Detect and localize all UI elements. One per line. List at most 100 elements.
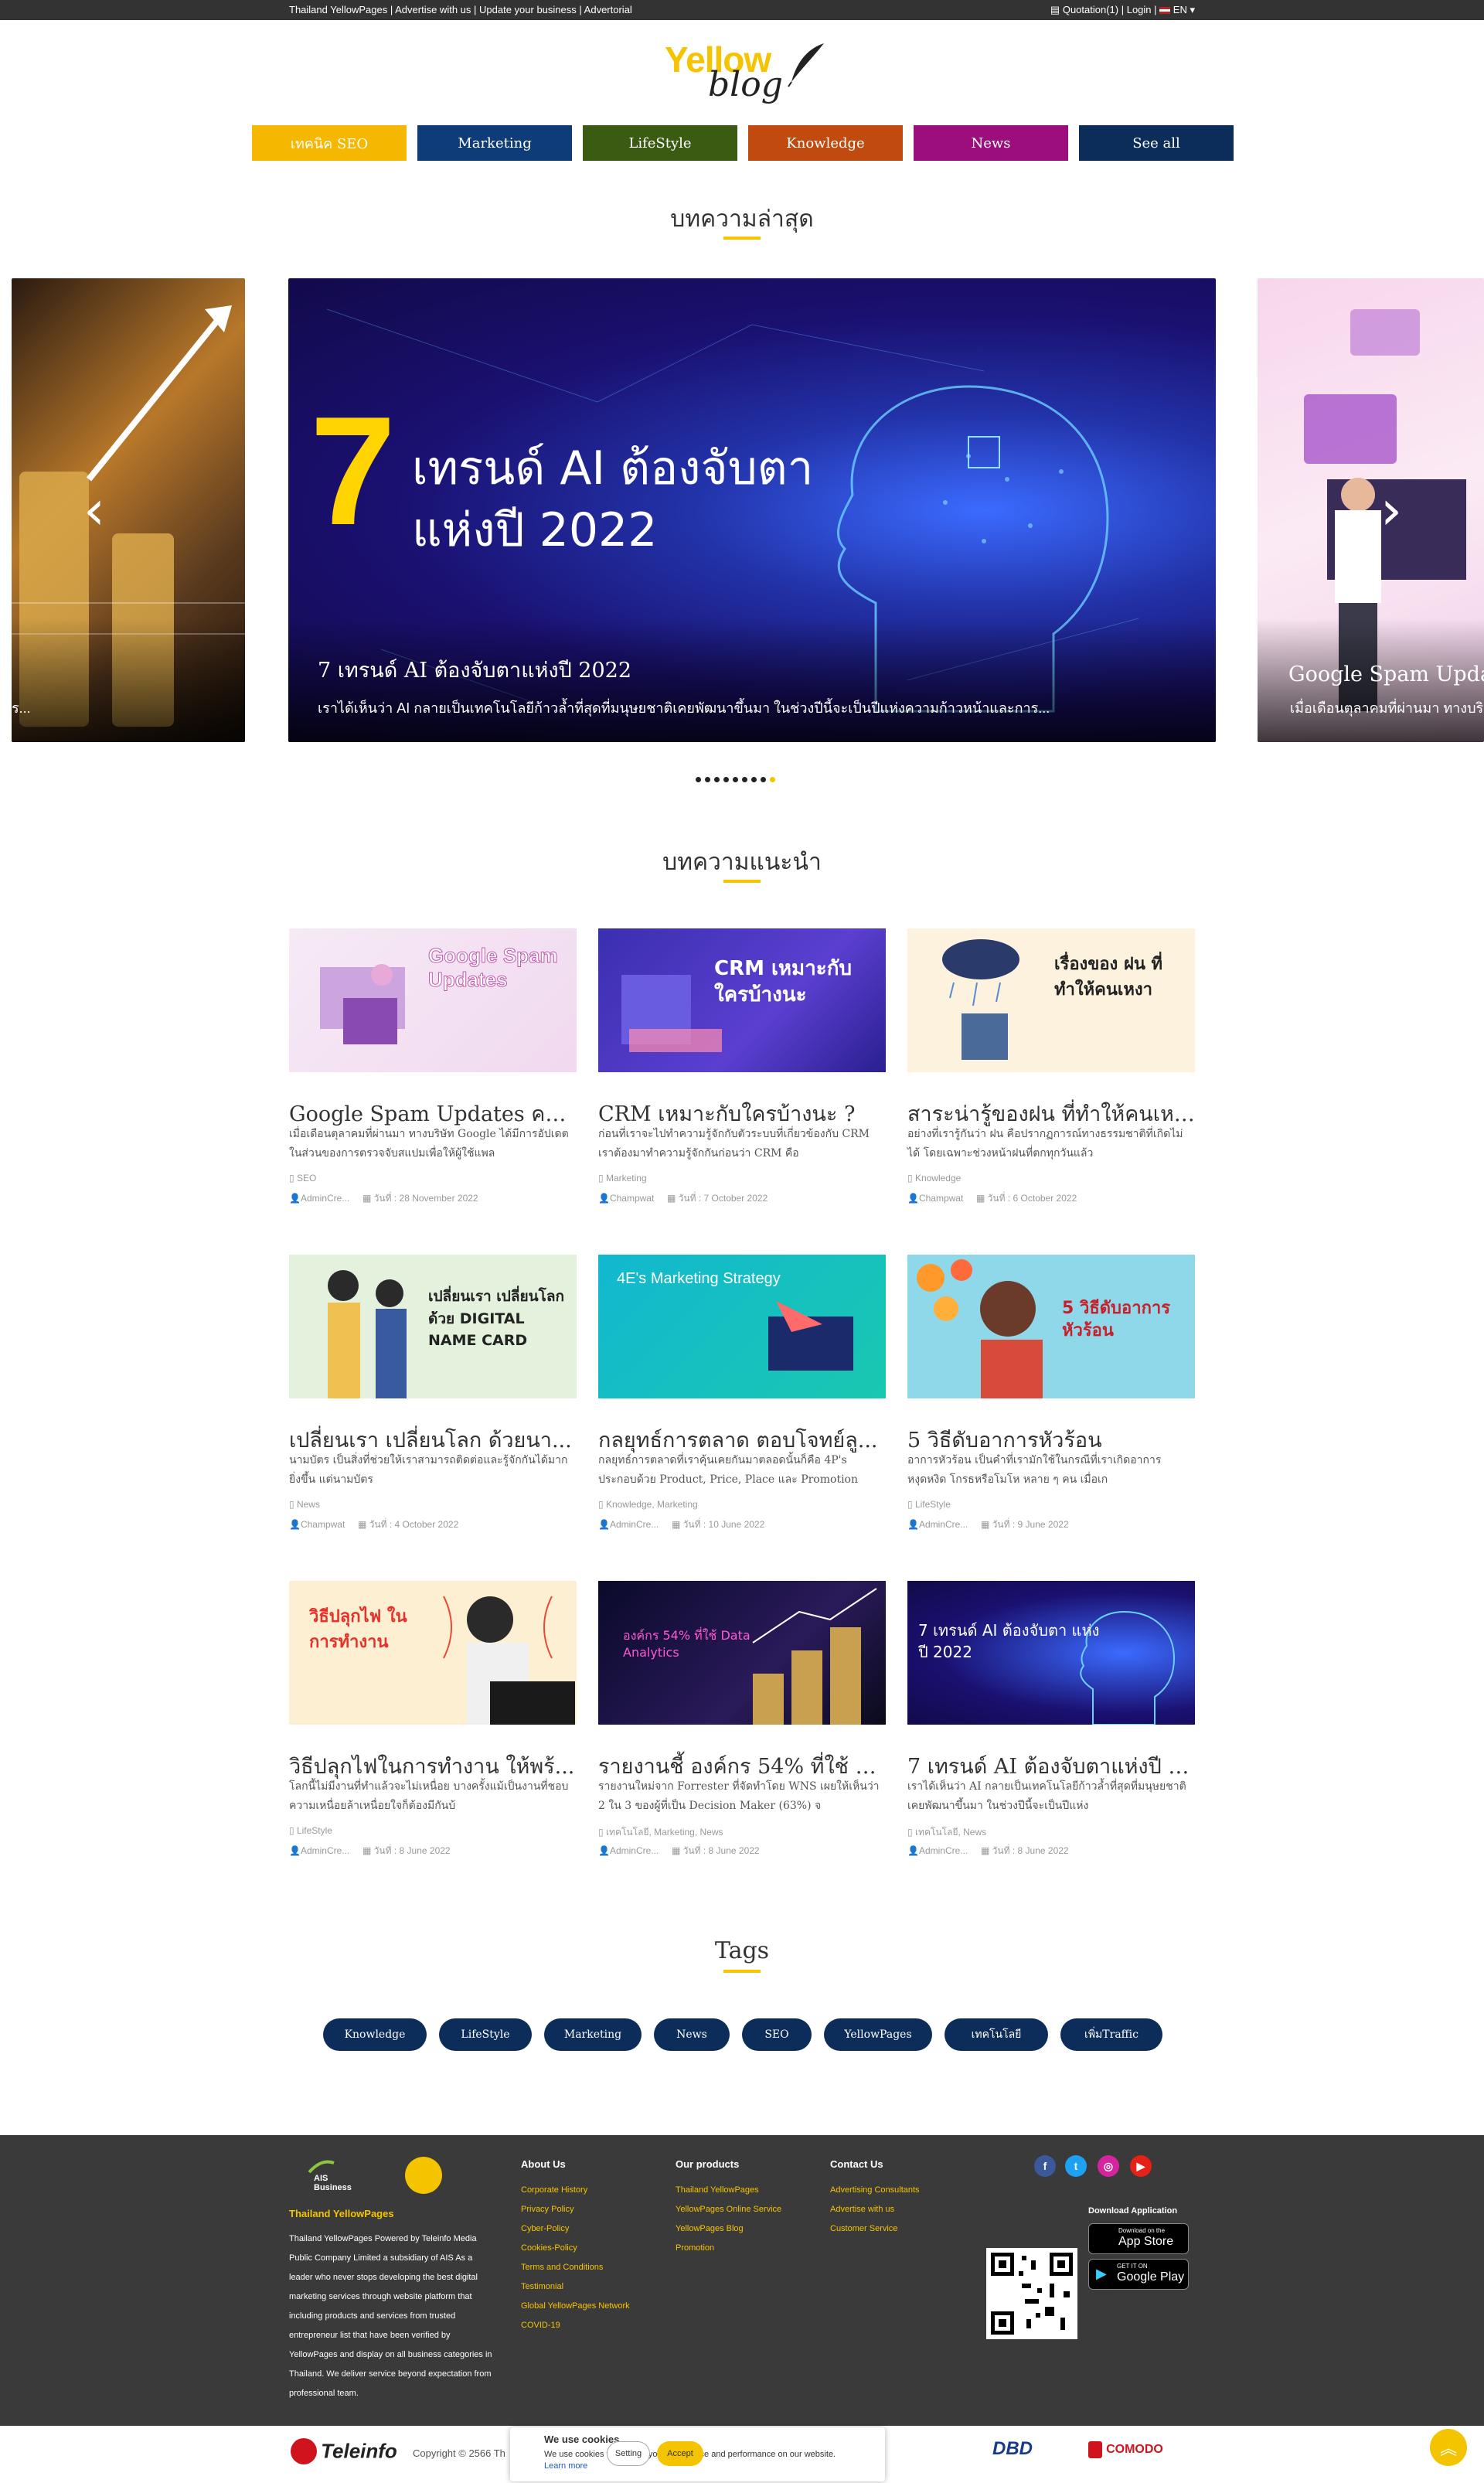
footer-link[interactable]: Corporate History [521, 2181, 630, 2200]
nav-see-all[interactable]: See all [1079, 125, 1234, 161]
slide-next-title[interactable]: Google Spam Updates [1288, 662, 1484, 686]
cookie-accept-button[interactable]: Accept [657, 2441, 703, 2466]
carousel-slide-next[interactable]: Google Spam Updates เมื่อเดือนตุลาคมที่ผ… [1258, 278, 1484, 742]
bookmark-icon: ▯ [907, 1499, 913, 1510]
nav-knowledge[interactable]: Knowledge [748, 125, 903, 161]
card-thumbnail[interactable]: 7 เทรนด์ AI ต้องจับตา แห่งปี 2022 [907, 1581, 1195, 1725]
footer-link[interactable]: Testimonial [521, 2277, 630, 2297]
carousel-dot[interactable] [705, 777, 710, 782]
carousel-dot[interactable] [723, 777, 729, 782]
footer-link[interactable]: Advertising Consultants [830, 2181, 920, 2200]
card-thumbnail[interactable]: CRM เหมาะกับใครบ้างนะ [598, 928, 886, 1072]
carousel-next-arrow[interactable]: › [1380, 483, 1402, 537]
card-excerpt: อาการหัวร้อน เป็นคำที่เรามักใช้ในกรณีที่… [907, 1454, 1162, 1486]
tag-pill[interactable]: YellowPages [824, 2018, 932, 2051]
instagram-icon[interactable]: ◎ [1098, 2155, 1119, 2177]
footer-link[interactable]: Promotion [676, 2239, 781, 2258]
tag-pill[interactable]: เทคโนโลยี [945, 2018, 1048, 2051]
article-card[interactable]: องค์กร 54% ที่ใช้ Data Analytics รายงานช… [598, 1581, 886, 1856]
carousel-slide-prev[interactable]: ร... [12, 278, 245, 742]
card-thumbnail[interactable]: 4E's Marketing Strategy [598, 1255, 886, 1398]
flag-icon [1159, 7, 1171, 15]
article-card[interactable]: CRM เหมาะกับใครบ้างนะ CRM เหมาะกับใครบ้า… [598, 928, 886, 1204]
card-thumbnail[interactable]: 5 วิธีดับอาการหัวร้อน [907, 1255, 1195, 1398]
comodo-badge[interactable]: COMODO [1088, 2441, 1163, 2458]
learn-more-link[interactable]: Learn more [544, 2461, 587, 2471]
card-excerpt: เราได้เห็นว่า AI กลายเป็นเทคโนโลยีก้าวล้… [907, 1780, 1186, 1812]
google-play-button[interactable]: ▶ GET IT ON Google Play [1088, 2259, 1189, 2290]
app-store-button[interactable]: Download on the App Store [1088, 2223, 1189, 2254]
tag-pill[interactable]: เพิ่มTraffic [1060, 2018, 1162, 2051]
card-thumbnail[interactable]: วิธีปลุกไฟ ในการทำงาน [289, 1581, 577, 1725]
slide-active-desc: เราได้เห็นว่า AI กลายเป็นเทคโนโลยีก้าวล้… [318, 700, 1050, 716]
carousel-dot[interactable] [733, 777, 738, 782]
carousel-slide-active[interactable]: 7 เทรนด์ AI ต้องจับตา แห่งปี 2022 7 เทรน… [288, 278, 1216, 742]
dbd-badge[interactable]: DBD [992, 2438, 1033, 2460]
quotation-link[interactable]: Quotation(1) [1063, 4, 1118, 15]
carousel-dot[interactable] [751, 777, 757, 782]
language-select[interactable]: EN [1173, 4, 1187, 15]
footer-link[interactable]: Cookies-Policy [521, 2239, 630, 2258]
youtube-icon[interactable]: ▶ [1130, 2155, 1152, 2177]
footer-link[interactable]: Advertise with us [830, 2200, 920, 2219]
tag-pill[interactable]: Marketing [544, 2018, 642, 2051]
bookmark-icon: ▯ [598, 1173, 604, 1184]
carousel-prev-arrow[interactable]: ‹ [83, 483, 105, 537]
cookie-setting-button[interactable]: Setting [607, 2441, 650, 2466]
carousel-dot[interactable] [714, 777, 720, 782]
chevron-down-icon[interactable]: ▾ [1190, 4, 1195, 15]
tag-pill[interactable]: Knowledge [323, 2018, 427, 2051]
article-card[interactable]: เปลี่ยนเรา เปลี่ยนโลก ด้วย DIGITAL NAME … [289, 1255, 577, 1530]
footer-link[interactable]: COVID-19 [521, 2316, 630, 2335]
logo[interactable]: Yellow blog [663, 39, 824, 110]
carousel-dot[interactable] [761, 777, 766, 782]
card-meta: 👤AdminCre... ▦ วันที่ : 8 June 2022 [598, 1845, 760, 1856]
card-thumbnail[interactable]: องค์กร 54% ที่ใช้ Data Analytics [598, 1581, 886, 1725]
heading-underline [723, 237, 761, 240]
footer-about: About Us Corporate History Privacy Polic… [521, 2158, 630, 2335]
footer-link[interactable]: Thailand YellowPages [676, 2181, 781, 2200]
ais-logo[interactable]: AIS Business [306, 2158, 368, 2192]
nav-marketing[interactable]: Marketing [417, 125, 572, 161]
facebook-icon[interactable]: f [1034, 2155, 1056, 2177]
scroll-to-top-button[interactable]: ︽ [1430, 2429, 1467, 2466]
logo-blog: blog [708, 65, 783, 104]
teleinfo-logo[interactable]: Teleinfo [291, 2438, 397, 2464]
footer-link[interactable]: Global YellowPages Network [521, 2297, 630, 2316]
carousel-dot[interactable] [696, 777, 701, 782]
footer-link[interactable]: Terms and Conditions [521, 2258, 630, 2277]
article-card[interactable]: วิธีปลุกไฟ ในการทำงาน วิธีปลุกไฟในการทำง… [289, 1581, 577, 1856]
article-card[interactable]: เรื่องของ ฝน ที่ทำให้คนเหงา สาระน่ารู้ขอ… [907, 928, 1195, 1204]
slide-active-title[interactable]: 7 เทรนด์ AI ต้องจับตาแห่งปี 2022 [318, 653, 631, 686]
tag-pill[interactable]: LifeStyle [439, 2018, 532, 2051]
card-thumbnail[interactable]: เรื่องของ ฝน ที่ทำให้คนเหงา [907, 928, 1195, 1072]
carousel-dot[interactable] [742, 777, 747, 782]
top-link-advertise[interactable]: Advertise with us [395, 4, 471, 15]
tag-pill[interactable]: SEO [742, 2018, 812, 2051]
nav-news[interactable]: News [914, 125, 1068, 161]
article-card[interactable]: 5 วิธีดับอาการหัวร้อน 5 วิธีดับอาการหัวร… [907, 1255, 1195, 1530]
footer-link[interactable]: Cyber-Policy [521, 2219, 630, 2239]
nav-lifestyle[interactable]: LifeStyle [583, 125, 737, 161]
slide-image-line2: แห่งปี 2022 [412, 503, 658, 557]
tag-pill[interactable]: News [654, 2018, 730, 2051]
footer-link[interactable]: Privacy Policy [521, 2200, 630, 2219]
card-thumbnail[interactable]: Google Spam Updates [289, 928, 577, 1072]
top-link-advertorial[interactable]: Advertorial [584, 4, 632, 15]
top-link-update-business[interactable]: Update your business [479, 4, 577, 15]
footer-link[interactable]: YellowPages Blog [676, 2219, 781, 2239]
footer-link[interactable]: YellowPages Online Service [676, 2200, 781, 2219]
carousel-dot-active[interactable] [770, 777, 775, 782]
card-thumbnail[interactable]: เปลี่ยนเรา เปลี่ยนโลก ด้วย DIGITAL NAME … [289, 1255, 577, 1398]
nav-seo[interactable]: เทคนิค SEO [252, 125, 407, 161]
footer-link[interactable]: Customer Service [830, 2219, 920, 2239]
login-link[interactable]: Login [1127, 4, 1152, 15]
top-link-yellowpages[interactable]: Thailand YellowPages [289, 4, 387, 15]
yellowpages-logo[interactable] [405, 2157, 442, 2194]
article-card[interactable]: Google Spam Updates Google Spam Updates … [289, 928, 577, 1204]
twitter-icon[interactable]: t [1065, 2155, 1087, 2177]
article-card[interactable]: 4E's Marketing Strategy กลยุทธ์การตลาด ต… [598, 1255, 886, 1530]
play-icon: ▶ [1096, 2266, 1107, 2282]
article-card[interactable]: 7 เทรนด์ AI ต้องจับตา แห่งปี 2022 7 เทรน… [907, 1581, 1195, 1856]
bookmark-icon: ▯ [598, 1499, 604, 1510]
